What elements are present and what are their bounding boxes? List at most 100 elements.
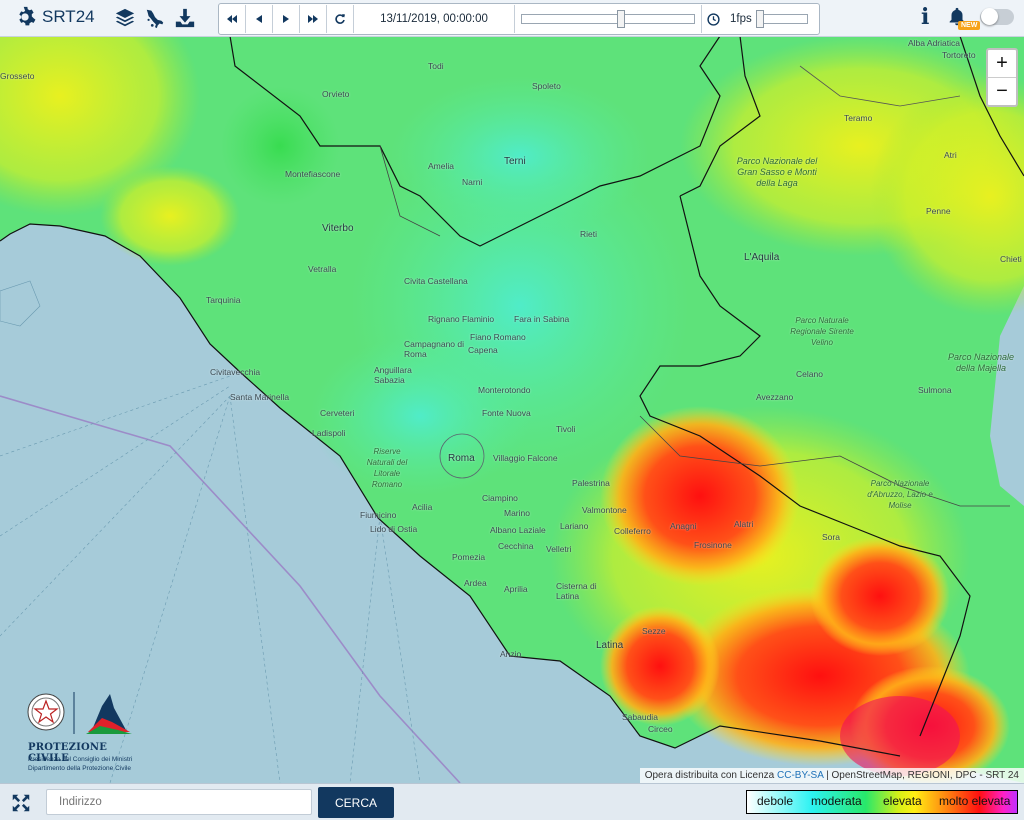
refresh-button[interactable] [327, 5, 354, 33]
fps-slider[interactable] [755, 5, 808, 33]
zoom-control: + − [986, 48, 1018, 107]
place-label: Acilia [412, 502, 433, 512]
last-frame-icon [308, 15, 318, 23]
info-icon[interactable]: i [921, 4, 929, 30]
place-label: Fiumicino [360, 510, 397, 520]
place-label: Palestrina [572, 478, 610, 488]
place-label: Todi [428, 61, 444, 71]
time-player: 13/11/2019, 00:00:00 1fps [218, 3, 820, 35]
place-label: Alba Adriatica [908, 38, 960, 48]
attribution-text: | OpenStreetMap, REGIONI, DPC - SRT 24 [826, 770, 1019, 781]
current-datetime: 13/11/2019, 00:00:00 [354, 5, 515, 33]
place-label: Tivoli [556, 424, 576, 434]
map-view[interactable]: Todi Orvieto Spoleto Terni Amelia Narni … [0, 36, 1024, 783]
download-icon[interactable] [174, 7, 196, 29]
place-label: Fiano Romano [470, 332, 526, 342]
place-label: Chieti [1000, 254, 1022, 264]
legend-label: debole [757, 794, 794, 808]
next-frame-button[interactable] [273, 5, 300, 33]
place-label: Anzio [500, 649, 522, 659]
fps-slider-thumb[interactable] [755, 10, 764, 28]
address-input[interactable] [46, 789, 312, 815]
place-label: Atri [944, 150, 957, 160]
previous-frame-icon [256, 15, 262, 23]
legend-label: molto elevata [939, 794, 1011, 808]
last-frame-button[interactable] [300, 5, 327, 33]
place-label: Civitavecchia [210, 367, 261, 377]
time-slider-track [521, 14, 695, 24]
place-label: Capena [468, 345, 498, 355]
place-label: Sabaudia [622, 712, 658, 722]
place-label: Ladispoli [312, 428, 346, 438]
toggle-knob [981, 8, 998, 25]
place-label: Cisterna di Latina [556, 581, 597, 601]
place-label: Terni [504, 156, 526, 167]
gear-icon[interactable] [14, 6, 36, 28]
place-label: Spoleto [532, 81, 561, 91]
place-label: Viterbo [322, 223, 354, 234]
place-label: Sora [822, 532, 840, 542]
place-label: Frosinone [694, 540, 732, 550]
place-label: Valmontone [582, 505, 627, 515]
place-label: Lariano [560, 521, 589, 531]
place-label: Lido di Ostia [370, 524, 418, 534]
park-label: Parco Nazionale del Gran Sasso e Monti d… [736, 156, 818, 188]
clock-icon [706, 12, 720, 26]
place-label: Aprilia [504, 584, 528, 594]
park-label: Parco Nazionale della Majella [947, 352, 1015, 373]
place-label: Montefiascone [285, 169, 341, 179]
new-badge: NEW [958, 21, 981, 30]
app-brand[interactable]: SRT24 [14, 6, 95, 28]
place-label: Marino [504, 508, 530, 518]
attribution-text: Opera distribuita con Licenza [644, 770, 775, 781]
place-label: Colleferro [614, 526, 651, 536]
place-label: Tortoreto [942, 50, 976, 60]
license-link[interactable]: CC-BY-SA [777, 770, 823, 781]
zoom-in-button[interactable]: + [988, 50, 1016, 78]
place-label: Rignano Flaminio [428, 314, 495, 324]
emblem-icon [27, 692, 132, 734]
place-label: Velletri [546, 544, 572, 554]
place-label: L'Aquila [744, 252, 780, 263]
logo-subtitle: Presidenza del Consiglio dei Ministri [28, 756, 133, 763]
place-label: Anagni [670, 521, 697, 531]
previous-frame-button[interactable] [246, 5, 273, 33]
fullscreen-icon[interactable] [10, 792, 32, 814]
top-toolbar: SRT24 13/11/2019, 00:00:00 1fps i NEW [0, 0, 1024, 37]
place-label: Alatri [734, 519, 754, 529]
place-label: Vetralla [308, 264, 337, 274]
protezione-civile-logo: PROTEZIONE CIVILE Presidenza del Consigl… [22, 686, 140, 781]
place-label: Teramo [844, 113, 873, 123]
place-label: Grosseto [0, 71, 35, 81]
place-label: Villaggio Falcone [493, 453, 558, 463]
place-label: Civita Castellana [404, 276, 468, 286]
app-title: SRT24 [42, 7, 95, 26]
place-label: Ardea [464, 578, 487, 588]
italy-map-icon[interactable] [144, 7, 166, 29]
time-slider-thumb[interactable] [617, 10, 625, 28]
place-label: Albano Laziale [490, 525, 546, 535]
first-frame-button[interactable] [219, 5, 246, 33]
layers-icon[interactable] [114, 7, 136, 29]
place-label: Circeo [648, 724, 673, 734]
search-button[interactable]: CERCA [318, 787, 394, 818]
place-label: Cerveteri [320, 408, 355, 418]
toggle-switch[interactable] [980, 8, 1014, 25]
time-slider[interactable] [521, 5, 702, 33]
place-label: Anguillara Sabazia [374, 365, 412, 385]
map-attribution: Opera distribuita con Licenza CC-BY-SA |… [639, 768, 1024, 783]
refresh-icon [335, 14, 345, 24]
place-label: Orvieto [322, 89, 350, 99]
place-label: Monterotondo [478, 385, 531, 395]
place-label: Sulmona [918, 385, 952, 395]
next-frame-icon [283, 15, 289, 23]
place-label: Rieti [580, 229, 598, 239]
place-label: Sezze [642, 626, 666, 636]
speed-control[interactable] [702, 12, 724, 26]
risk-legend: debole moderata elevata molto elevata [746, 790, 1018, 814]
place-label: Cecchina [498, 541, 534, 551]
zoom-out-button[interactable]: − [988, 78, 1016, 105]
park-label: Parco Naturale Regionale Sirente Velino [790, 316, 854, 347]
place-label: Santa Marinella [230, 392, 290, 402]
place-label: Fara in Sabina [514, 314, 570, 324]
